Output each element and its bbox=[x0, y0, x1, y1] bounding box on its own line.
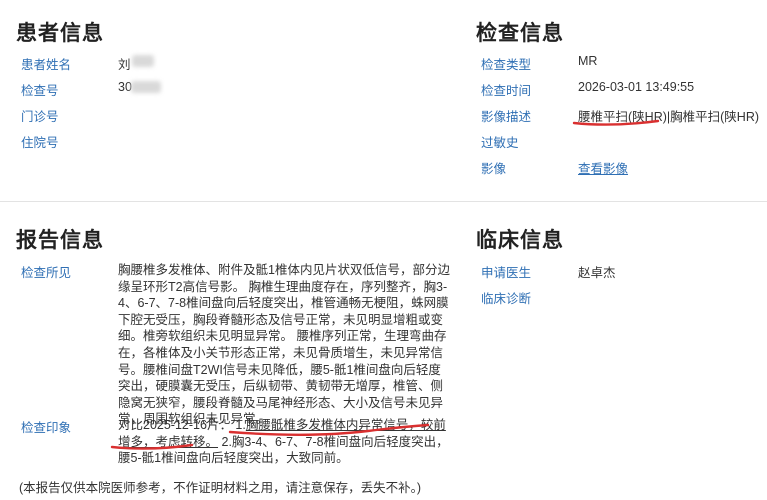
redaction-blur bbox=[131, 81, 161, 93]
exam-time-label: 检查时间 bbox=[481, 84, 532, 98]
impression-label: 检查印象 bbox=[21, 421, 72, 435]
findings-label: 检查所见 bbox=[21, 266, 72, 280]
image-description-value: 腰椎平扫(陕HR)|胸椎平扫(陕HR) bbox=[578, 110, 760, 124]
report-disclaimer: (本报告仅供本院医师参考，不作证明材料之用，请注意保存，丢失不补。) bbox=[19, 481, 422, 495]
image-label: 影像 bbox=[481, 162, 507, 176]
outpatient-number-label: 门诊号 bbox=[21, 110, 59, 124]
exam-time-value: 2026-03-01 13:49:55 bbox=[578, 80, 695, 94]
report-info-title: 报告信息 bbox=[16, 229, 104, 252]
allergy-history-label: 过敏史 bbox=[481, 136, 519, 150]
inpatient-number-label: 住院号 bbox=[21, 136, 59, 150]
patient-name-label: 患者姓名 bbox=[21, 58, 72, 72]
clinical-diagnosis-label: 临床诊断 bbox=[481, 292, 532, 306]
impression-prefix: 对比2025-12-16片： 1. bbox=[118, 418, 246, 432]
exam-type-value: MR bbox=[578, 54, 598, 68]
patient-info-title: 患者信息 bbox=[16, 22, 104, 45]
section-divider bbox=[0, 201, 767, 202]
requesting-doctor-label: 申请医生 bbox=[481, 266, 532, 280]
image-description-label: 影像描述 bbox=[481, 110, 532, 124]
patient-name-value: 刘 bbox=[118, 58, 131, 72]
clinical-info-title: 临床信息 bbox=[476, 229, 564, 252]
impression-text: 对比2025-12-16片： 1.胸腰骶椎多发椎体内异常信号，较前增多，考虑转移… bbox=[118, 417, 452, 467]
view-image-link[interactable]: 查看影像 bbox=[578, 158, 628, 177]
exam-number-value: 30 bbox=[118, 80, 132, 94]
requesting-doctor-value: 赵卓杰 bbox=[578, 266, 616, 280]
findings-text: 胸腰椎多发椎体、附件及骶1椎体内见片状双低信号，部分边缘呈环形T2高信号影。 胸… bbox=[118, 263, 450, 427]
exam-type-label: 检查类型 bbox=[481, 58, 532, 72]
redaction-blur bbox=[132, 55, 154, 67]
exam-number-label: 检查号 bbox=[21, 84, 59, 98]
exam-info-title: 检查信息 bbox=[476, 22, 564, 45]
